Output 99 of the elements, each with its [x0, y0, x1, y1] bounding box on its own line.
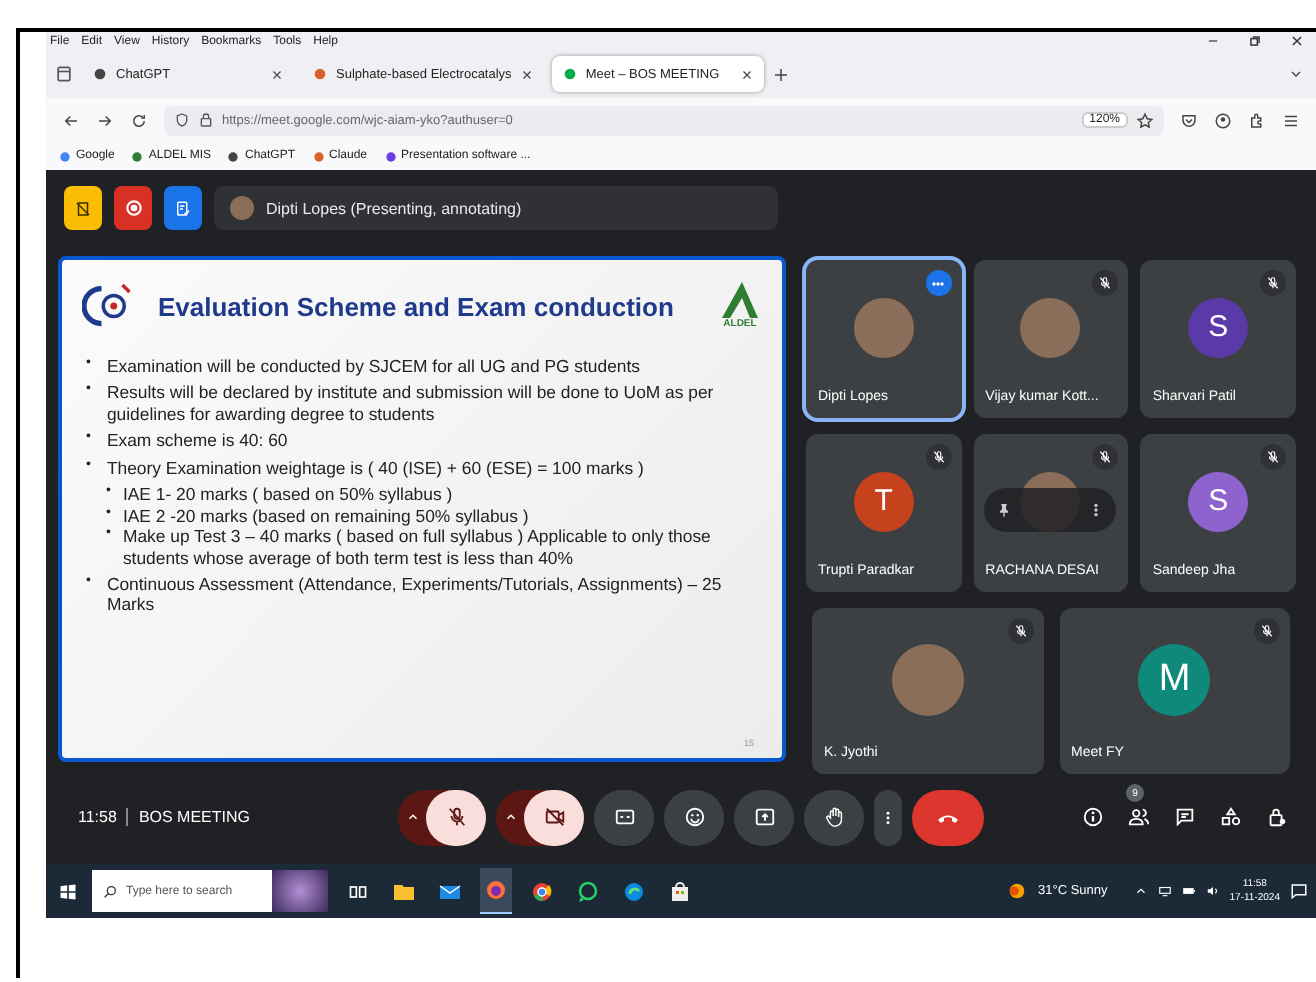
captions-icon [613, 806, 635, 828]
tab-favicon-icon [312, 66, 328, 82]
pocket-icon[interactable] [1180, 111, 1198, 129]
reload-icon[interactable] [130, 111, 148, 129]
bookmark-favicon-icon [311, 149, 325, 163]
account-icon[interactable] [1214, 111, 1232, 129]
search-icon [102, 883, 118, 899]
whatsapp-icon[interactable] [576, 879, 600, 903]
avatar-initial: T [853, 471, 914, 531]
mic-slash-glyph [1265, 450, 1280, 464]
avatar-initial: M [1138, 643, 1211, 715]
microphone-button[interactable] [426, 789, 486, 845]
mic-slash-glyph [1098, 276, 1113, 290]
notes-button[interactable] [64, 186, 102, 230]
raise-hand-button[interactable] [804, 789, 864, 845]
chat-icon[interactable] [1174, 806, 1196, 828]
form-icon [174, 199, 192, 217]
meeting-time: 11:58 [78, 808, 117, 826]
mic-slash-glyph [1098, 450, 1113, 464]
record-icon [123, 198, 143, 218]
forward-icon[interactable] [96, 111, 114, 129]
edge-icon[interactable] [622, 879, 646, 903]
slide-sub-bullet: IAE 1- 20 marks ( based on 50% syllabus ) [122, 484, 453, 506]
task-view-icon[interactable] [348, 881, 368, 901]
slide-title: Evaluation Scheme and Exam conduction [158, 291, 676, 321]
reactions-button[interactable] [664, 789, 724, 845]
slide-bullet: Continuous Assessment (Attendance, Experiments/Tutorials, Assignments) – 25 Marks [106, 573, 724, 616]
network-icon[interactable] [1157, 884, 1172, 898]
avatar-initial: S [1188, 471, 1249, 531]
more-options-button[interactable] [925, 270, 952, 296]
microphone-off-icon [445, 806, 467, 828]
back-icon[interactable] [62, 111, 80, 129]
extensions-icon[interactable] [1248, 111, 1266, 129]
bookmark-favicon-icon [226, 149, 241, 163]
chevron-up-icon[interactable] [503, 810, 517, 824]
bookmark-favicon-icon [58, 149, 72, 163]
pin-icon[interactable] [996, 502, 1013, 518]
lock-icon [198, 112, 214, 128]
present-button[interactable] [734, 789, 794, 845]
bookmark-favicon-icon [130, 149, 145, 163]
bookmark-favicon-icon [383, 149, 398, 163]
avatar-photo-placeholder [891, 643, 964, 715]
notifications-icon[interactable] [1290, 882, 1308, 900]
shield-icon [174, 112, 190, 128]
mic-slash-glyph [1265, 276, 1280, 290]
avatar-photo-placeholder [853, 297, 914, 357]
tab-favicon-icon [561, 66, 578, 82]
mic-slash-glyph [1260, 624, 1274, 638]
avatar-initial: S [1188, 297, 1249, 357]
more-options-button[interactable] [874, 789, 902, 845]
restore-icon[interactable] [1248, 34, 1262, 48]
slide-bullet: Exam scheme is 40: 60 [106, 430, 288, 452]
chevron-up-icon[interactable] [405, 810, 419, 824]
avatar-photo-placeholder [1020, 297, 1081, 357]
shapes-icon[interactable] [1220, 806, 1242, 828]
presenter-label: Dipti Lopes (Presenting, annotating) [266, 199, 522, 217]
people-icon[interactable] [1128, 806, 1150, 828]
slide-sub-bullet: Make up Test 3 – 40 marks ( based on full syllabus ) Applicable to only those students whose average of both term test is less than 40% [122, 526, 713, 568]
windows-start-icon[interactable] [58, 881, 78, 901]
avatar-photo-placeholder [230, 196, 254, 220]
camera-off-icon [543, 806, 565, 828]
camera-button[interactable] [524, 789, 584, 845]
new-tab-icon[interactable] [771, 65, 790, 83]
recording-button[interactable] [114, 186, 152, 230]
folder-icon[interactable] [392, 879, 416, 903]
speaker-icon[interactable] [1205, 884, 1220, 898]
info-icon[interactable] [1082, 806, 1104, 828]
chrome-icon[interactable] [530, 879, 554, 903]
smiley-icon [683, 806, 705, 828]
mic-slash-glyph [1013, 624, 1027, 638]
star-icon[interactable] [1136, 111, 1154, 129]
mic-slash-glyph [931, 450, 946, 464]
form-button[interactable] [164, 186, 202, 230]
present-screen-icon [753, 806, 775, 828]
slide-bullet: Theory Examination weightage is ( 40 (ISE) + 60 (ESE) = 100 marks ) [106, 457, 644, 479]
search-highlight-placeholder [272, 870, 328, 912]
tab-favicon-icon [92, 66, 108, 82]
lock-person-icon[interactable] [1266, 806, 1288, 828]
leave-call-button[interactable] [912, 789, 984, 845]
mail-icon[interactable] [438, 879, 462, 903]
document-icon [74, 199, 92, 217]
close-icon[interactable] [739, 67, 754, 81]
firefox-icon[interactable] [484, 878, 508, 902]
weather-sun-icon [1006, 880, 1029, 902]
hand-icon [823, 806, 845, 828]
menu-icon[interactable] [1282, 111, 1300, 129]
captions-button[interactable] [594, 789, 654, 845]
slide-bullet: Examination will be conducted by SJCEM for all UG and PG students [106, 356, 640, 377]
chevron-up-icon[interactable] [1133, 884, 1148, 898]
store-bag-icon[interactable] [668, 879, 692, 903]
chevron-down-icon[interactable] [1288, 66, 1304, 82]
meeting-title: BOS MEETING [138, 808, 250, 826]
minimize-icon[interactable] [1206, 34, 1220, 48]
tab-list-icon[interactable] [54, 64, 74, 84]
close-icon[interactable] [519, 67, 534, 81]
close-icon[interactable] [270, 67, 284, 81]
slide-sub-bullet: IAE 2 -20 marks (based on remaining 50% syllabus ) [122, 505, 529, 527]
close-icon[interactable] [1290, 34, 1304, 48]
slide-bullet: Results will be declared by institute and submission will be done to UoM as per guidelines for awarding degree to students [106, 382, 716, 425]
